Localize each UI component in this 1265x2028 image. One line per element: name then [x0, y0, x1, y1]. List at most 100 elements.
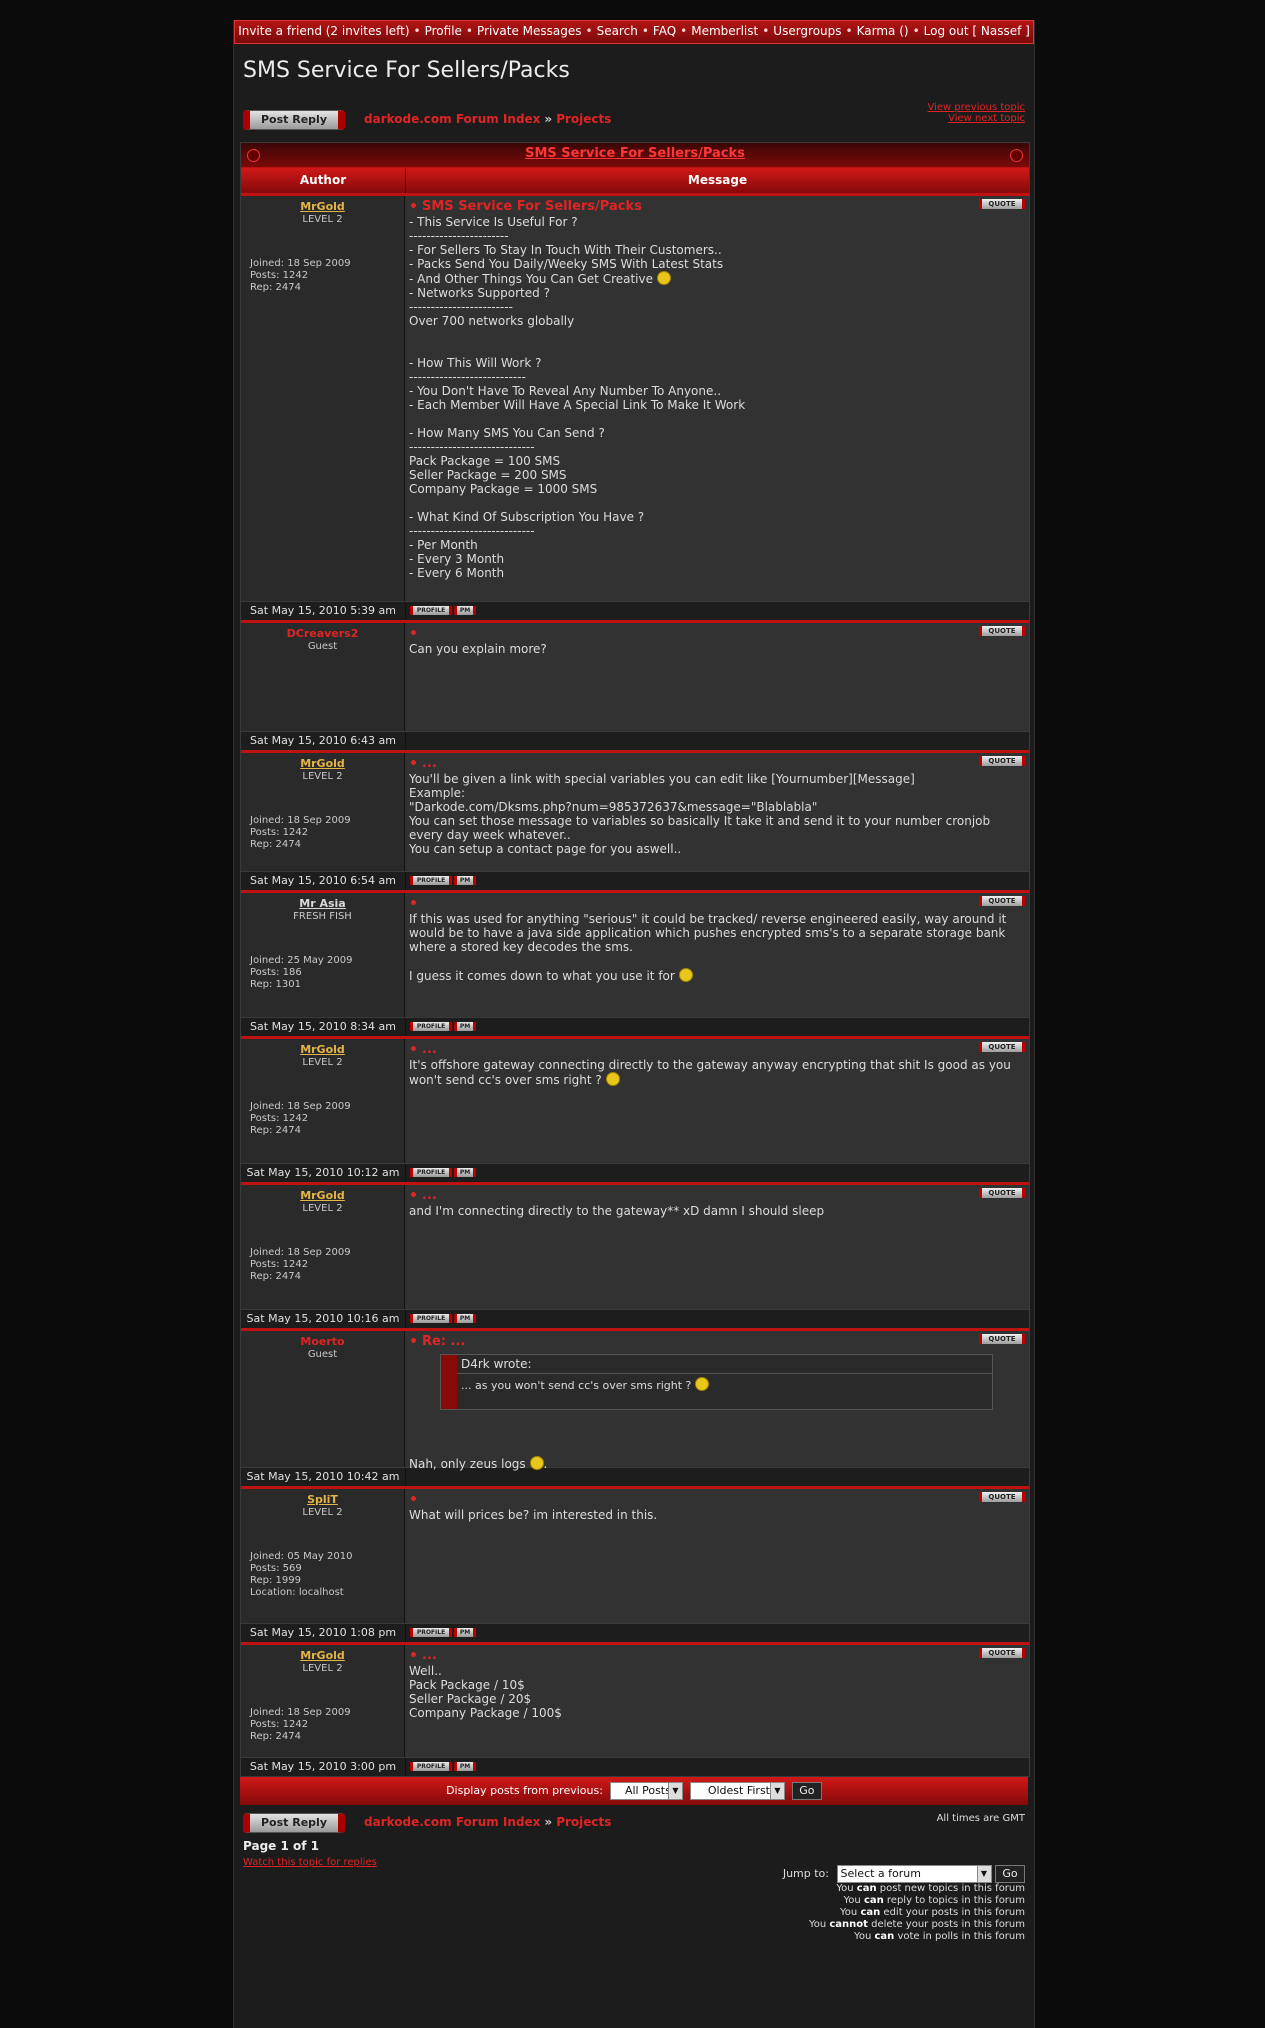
author-rank: LEVEL 2: [302, 1203, 343, 1214]
author-cell: MrGold LEVEL 2 Joined: 18 Sep 2009 Posts:…: [241, 196, 405, 601]
author-name[interactable]: SpliT: [241, 1493, 404, 1506]
profile-button[interactable]: PROFILE: [410, 876, 452, 885]
post-title: ...: [409, 756, 1025, 772]
author-name[interactable]: MrGold: [241, 1043, 404, 1056]
breadcrumb-forum-index[interactable]: darkode.com Forum Index: [364, 112, 540, 126]
quote-button[interactable]: QUOTE: [979, 1648, 1025, 1658]
nav-item[interactable]: Profile: [425, 24, 462, 38]
post-date: Sat May 15, 2010 6:43 am: [241, 732, 406, 750]
nav-item[interactable]: Log out [ Nassef ]: [924, 24, 1030, 38]
quote-button[interactable]: QUOTE: [979, 199, 1025, 209]
topic-title-link[interactable]: SMS Service For Sellers/Packs: [525, 146, 745, 161]
post-title: ...: [409, 1648, 1025, 1664]
topic-navigation: View previous topic View next topic: [927, 102, 1025, 124]
pm-button[interactable]: PM: [454, 876, 476, 885]
profile-button[interactable]: PROFILE: [410, 1762, 452, 1771]
post-body: - This Service Is Useful For ? ---------…: [409, 215, 1025, 580]
message-cell: QUOTE If this was used for anything "ser…: [405, 893, 1029, 1017]
author-stat: Joined: 18 Sep 2009: [250, 815, 351, 826]
top-action-row: Post Reply darkode.com Forum Index » Proje…: [234, 102, 1034, 142]
quote-button[interactable]: QUOTE: [979, 1188, 1025, 1198]
watch-topic-link[interactable]: Watch this topic for replies: [243, 1857, 377, 1868]
post-body-text: If this was used for anything "serious" …: [409, 912, 1007, 983]
post-footer: Sat May 15, 2010 10:16 am PROFILE PM: [241, 1309, 1029, 1328]
quote-side-icon: [441, 1355, 457, 1409]
permission-verb: cannot: [829, 1919, 868, 1930]
nav-item[interactable]: Usergroups: [773, 24, 841, 38]
profile-button[interactable]: PROFILE: [410, 606, 452, 615]
post-reply-button-bottom[interactable]: Post Reply: [243, 1813, 345, 1833]
author-rank: LEVEL 2: [302, 1057, 343, 1068]
quote-block: D4rk wrote: ... as you won't send cc's ov…: [440, 1354, 993, 1410]
profile-button[interactable]: PROFILE: [410, 1022, 452, 1031]
author-name[interactable]: MrGold: [241, 1649, 404, 1662]
quote-button[interactable]: QUOTE: [979, 1334, 1025, 1344]
quote-button[interactable]: QUOTE: [979, 896, 1025, 906]
quote-button[interactable]: QUOTE: [979, 626, 1025, 636]
quote-button[interactable]: QUOTE: [979, 1042, 1025, 1052]
post: MrGold LEVEL 2 Joined: 18 Sep 2009 Posts:…: [241, 1182, 1029, 1309]
breadcrumb-projects[interactable]: Projects: [556, 112, 611, 126]
nav-item[interactable]: Private Messages: [477, 24, 582, 38]
posts-table: SMS Service For Sellers/Packs Author Mes…: [240, 142, 1030, 1777]
message-cell: QUOTE What will prices be? im interested…: [405, 1489, 1029, 1623]
pm-button[interactable]: PM: [454, 1022, 476, 1031]
author-stats: Joined: 18 Sep 2009 Posts: 1242 Rep: 2474: [250, 258, 404, 294]
author-cell: MrGold LEVEL 2 Joined: 18 Sep 2009 Posts:…: [241, 1645, 405, 1757]
post-body: If this was used for anything "serious" …: [409, 912, 1025, 983]
permission-prefix: You: [836, 1883, 857, 1894]
post-title-text: SMS Service For Sellers/Packs: [422, 199, 642, 214]
author-name[interactable]: MrGold: [241, 1189, 404, 1202]
post-body-text: Well.. Pack Package / 10$ Seller Package…: [409, 1664, 562, 1720]
nav-item[interactable]: FAQ: [653, 24, 676, 38]
pm-button[interactable]: PM: [454, 1762, 476, 1771]
post-footer: Sat May 15, 2010 3:00 pm PROFILE PM: [241, 1757, 1029, 1776]
smiley-icon: [678, 968, 693, 982]
post-footer: Sat May 15, 2010 10:42 am: [241, 1467, 1029, 1486]
author-name[interactable]: DCreavers2: [241, 627, 404, 640]
quote-button[interactable]: QUOTE: [979, 756, 1025, 766]
profile-button[interactable]: PROFILE: [410, 1168, 452, 1177]
author-name[interactable]: MrGold: [241, 757, 404, 770]
profile-button[interactable]: PROFILE: [410, 1314, 452, 1323]
pm-button[interactable]: PM: [454, 1168, 476, 1177]
post-reply-button[interactable]: Post Reply: [243, 110, 345, 130]
smiley-icon: [605, 1072, 620, 1086]
breadcrumb-forum-index[interactable]: darkode.com Forum Index: [364, 1815, 540, 1829]
nav-item[interactable]: Memberlist: [691, 24, 758, 38]
display-go-button[interactable]: Go: [791, 1782, 822, 1800]
author-name[interactable]: Moerto: [241, 1335, 404, 1348]
pm-button[interactable]: PM: [454, 606, 476, 615]
order-select[interactable]: Oldest First ▼: [689, 1782, 785, 1800]
pm-button[interactable]: PM: [454, 1314, 476, 1323]
post-body-text: You'll be given a link with special vari…: [409, 772, 991, 856]
order-select-value: Oldest First: [707, 1784, 770, 1797]
top-navbar: Invite a friend (2 invites left) • Profile…: [234, 20, 1034, 44]
nav-separator: •: [762, 24, 770, 38]
nav-item[interactable]: Karma (): [857, 24, 909, 38]
author-name[interactable]: MrGold: [241, 200, 404, 213]
jump-go-button[interactable]: Go: [995, 1865, 1025, 1883]
author-rank: Guest: [307, 1349, 338, 1360]
breadcrumb-projects[interactable]: Projects: [556, 1815, 611, 1829]
pm-button[interactable]: PM: [454, 1628, 476, 1637]
post-actions: PROFILE PM: [406, 872, 1029, 890]
jump-forum-select[interactable]: Select a forum ▼: [836, 1865, 992, 1883]
next-topic-link[interactable]: View next topic: [927, 113, 1025, 124]
previous-topic-link[interactable]: View previous topic: [927, 102, 1025, 113]
profile-button[interactable]: PROFILE: [410, 1628, 452, 1637]
permission-line: You cannot delete your posts in this for…: [809, 1919, 1025, 1931]
author-name[interactable]: Mr Asia: [241, 897, 404, 910]
author-stat: Rep: 2474: [250, 839, 301, 850]
timezone-note: All times are GMT: [936, 1813, 1025, 1824]
post-actions: PROFILE PM: [406, 1018, 1029, 1036]
author-stat: Rep: 1301: [250, 979, 301, 990]
period-select[interactable]: All Posts ▼: [609, 1782, 683, 1800]
quote-button[interactable]: QUOTE: [979, 1492, 1025, 1502]
nav-item[interactable]: Invite a friend (2 invites left): [238, 24, 409, 38]
nav-item[interactable]: Search: [597, 24, 638, 38]
post-title-text: ...: [422, 1188, 437, 1203]
smiley-icon: [656, 271, 671, 285]
author-stat: Posts: 1242: [250, 827, 309, 838]
post-body: Well.. Pack Package / 10$ Seller Package…: [409, 1664, 1025, 1720]
